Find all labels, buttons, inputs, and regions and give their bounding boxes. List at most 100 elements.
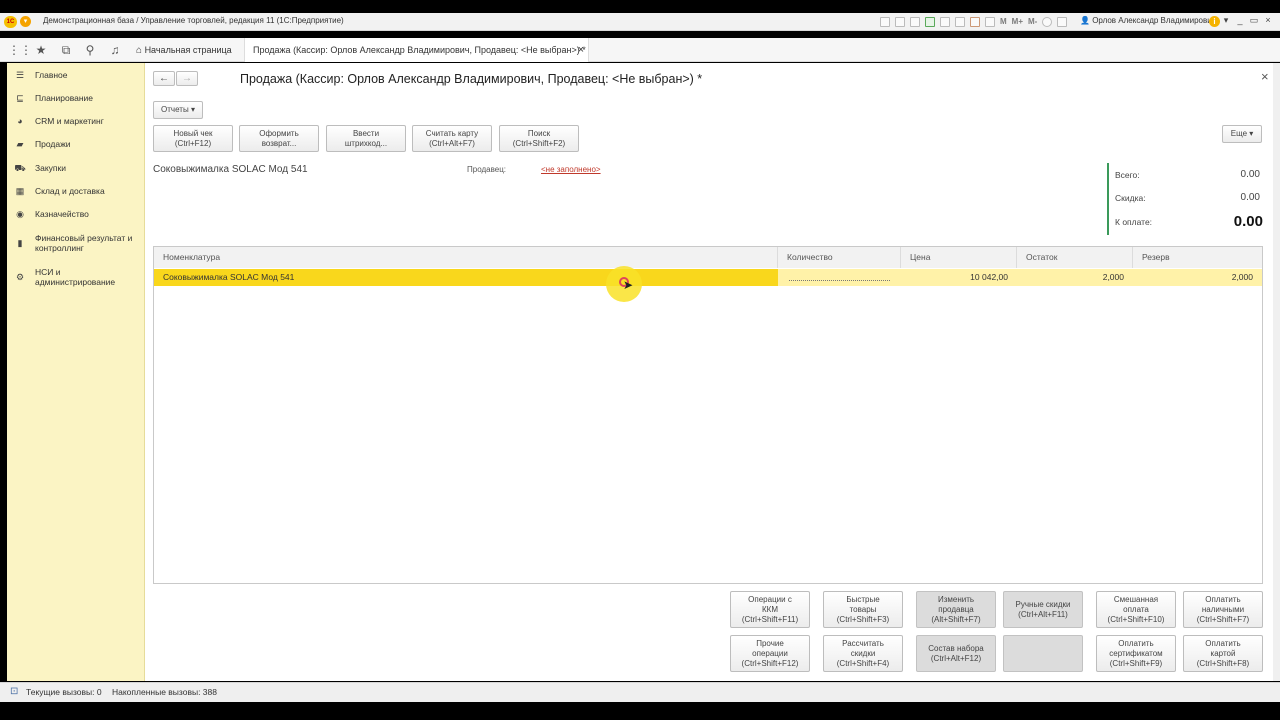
button-line: операции [752,649,788,658]
calculate-discounts-button[interactable]: Рассчитать скидки (Ctrl+Shift+F4) [823,635,903,672]
back-arrow-icon[interactable]: ← [153,71,175,86]
sidebar-item-label: CRM и маркетинг [35,116,104,126]
forward-arrow-icon[interactable]: → [176,71,198,86]
seller-link[interactable]: <не заполнено> [541,165,601,174]
cell-stock[interactable]: 2,000 [1017,269,1133,286]
discount-label: Скидка: [1115,193,1146,203]
cell-price[interactable]: 10 042,00 [901,269,1017,286]
button-line: (Ctrl+Alt+F11) [1018,610,1068,619]
column-header-price[interactable]: Цена [901,247,1017,268]
button-line: картой [1210,649,1236,658]
pay-certificate-button[interactable]: Оплатить сертификатом (Ctrl+Shift+F9) [1096,635,1176,672]
tab-home-label: Начальная страница [144,45,232,55]
cell-reserve[interactable]: 2,000 [1133,269,1262,286]
column-header-reserve[interactable]: Резерв [1133,247,1262,268]
more-button[interactable]: Еще ▾ [1222,125,1262,143]
empty-action-button[interactable] [1003,635,1083,672]
preview-icon[interactable] [910,17,920,27]
search-button[interactable]: Поиск (Ctrl+Shift+F2) [499,125,579,152]
accumulated-calls: Накопленные вызовы: 388 [112,687,217,697]
search-icon[interactable]: ⚲ [82,42,98,58]
column-header-quantity[interactable]: Количество [778,247,901,268]
main-menu-dropdown-icon[interactable]: ▾ [20,16,31,27]
memory-m-icon[interactable]: M [1000,16,1007,28]
zoom-icon[interactable] [1042,17,1053,27]
save-icon[interactable] [880,17,890,27]
notifications-bell-icon[interactable]: ♫ [107,42,123,58]
tab-close-icon[interactable]: × [578,38,584,62]
enter-barcode-button[interactable]: Ввести штрихкод... [326,125,406,152]
column-header-stock[interactable]: Остаток [1017,247,1133,268]
new-receipt-button[interactable]: Новый чек (Ctrl+F12) [153,125,233,152]
sidebar-item-label: НСИ и администрирование [35,267,116,287]
upload-icon[interactable] [925,17,935,27]
status-calls-icon[interactable]: ⊡ [10,686,18,697]
window-title-bar: 1С ▾ Демонстрационная база / Управление … [0,13,1280,31]
cart-icon: ⛟ [14,163,26,173]
button-line: Состав набора [928,644,984,653]
sidebar-item-label: Планирование [35,93,94,103]
title-toolbar: M M+ M- [880,16,1068,28]
button-line: (Ctrl+Alt+F12) [930,654,982,663]
warehouse-icon: ▦ [15,186,25,196]
mixed-payment-button[interactable]: Смешанная оплата (Ctrl+Shift+F10) [1096,591,1176,628]
kkm-operations-button[interactable]: Операции с ККМ (Ctrl+Shift+F11) [730,591,810,628]
tab-home[interactable]: ⌂ Начальная страница [128,38,240,62]
dropdown-small-icon[interactable]: ▾ [1220,15,1232,26]
pay-card-button[interactable]: Оплатить картой (Ctrl+Shift+F8) [1183,635,1263,672]
calculator-icon[interactable] [985,17,995,27]
button-line: (Ctrl+Shift+F9) [1109,659,1163,668]
button-line: (Ctrl+Shift+F10) [1107,615,1165,624]
minimize-button[interactable]: _ [1234,15,1246,25]
sidebar-item-label: Финансовый результат и контроллинг [35,233,133,253]
pay-label: К оплате: [1115,217,1153,227]
memory-minus-icon[interactable]: M- [1028,16,1037,28]
reports-label: Отчеты [161,105,189,114]
button-line: (Ctrl+Shift+F4) [836,659,890,668]
current-user[interactable]: 👤 Орлов Александр Владимирович [1080,16,1216,25]
favorites-star-icon[interactable]: ★ [33,42,49,58]
button-line: Ручные скидки [1015,600,1071,609]
info-icon[interactable]: i [1209,16,1220,27]
quantity-input-underline [789,280,890,281]
history-icon[interactable]: ⧉ [58,42,74,58]
pay-cash-button[interactable]: Оплатить наличными (Ctrl+Shift+F7) [1183,591,1263,628]
button-line: (Ctrl+Shift+F7) [1196,615,1250,624]
other-operations-button[interactable]: Прочие операции (Ctrl+Shift+F12) [730,635,810,672]
calendar-icon[interactable] [970,17,980,27]
button-line: Оплатить [1205,639,1241,648]
quick-goods-button[interactable]: Быстрые товары (Ctrl+Shift+F3) [823,591,903,628]
manual-discounts-button[interactable]: Ручные скидки (Ctrl+Alt+F11) [1003,591,1083,628]
kit-composition-button[interactable]: Состав набора (Ctrl+Alt+F12) [916,635,996,672]
button-line: (Alt+Shift+F7) [931,615,981,624]
cell-name[interactable]: Соковыжималка SOLAC Мод 541 [154,269,778,286]
button-line: Изменить [937,595,975,604]
sale-form: ← → Продажа (Кассир: Орлов Александр Вла… [145,63,1273,681]
reports-button[interactable]: Отчеты ▾ [153,101,203,119]
button-line: товары [849,605,877,614]
button-line: Оплатить [1205,595,1241,604]
form-close-icon[interactable]: × [1261,69,1269,84]
restore-button[interactable]: ▭ [1248,15,1260,26]
panels-icon[interactable] [1057,17,1068,27]
copy-icon[interactable] [940,17,950,27]
memory-plus-icon[interactable]: M+ [1012,16,1023,28]
apps-grid-icon[interactable]: ⋮⋮ [8,42,32,58]
button-line: Новый чек [173,129,213,138]
close-window-button[interactable]: × [1262,15,1274,25]
column-header-name[interactable]: Номенклатура [154,247,778,268]
change-seller-button[interactable]: Изменить продавца (Alt+Shift+F7) [916,591,996,628]
return-button[interactable]: Оформить возврат... [239,125,319,152]
cell-quantity[interactable] [778,269,901,286]
button-line: Смешанная [1113,595,1159,604]
tab-sale[interactable]: Продажа (Кассир: Орлов Александр Владими… [244,38,589,62]
read-card-button[interactable]: Считать карту (Ctrl+Alt+F7) [412,125,492,152]
totals-accent-bar [1107,163,1109,235]
print-icon[interactable] [895,17,905,27]
menu-lines-icon: ☰ [15,70,25,80]
button-line: (Ctrl+Shift+F3) [836,615,890,624]
total-label: Всего: [1115,170,1140,180]
table-icon[interactable] [955,17,965,27]
total-value: 0.00 [1240,169,1260,180]
table-row[interactable]: Соковыжималка SOLAC Мод 541 10 042,00 2,… [154,269,1262,286]
